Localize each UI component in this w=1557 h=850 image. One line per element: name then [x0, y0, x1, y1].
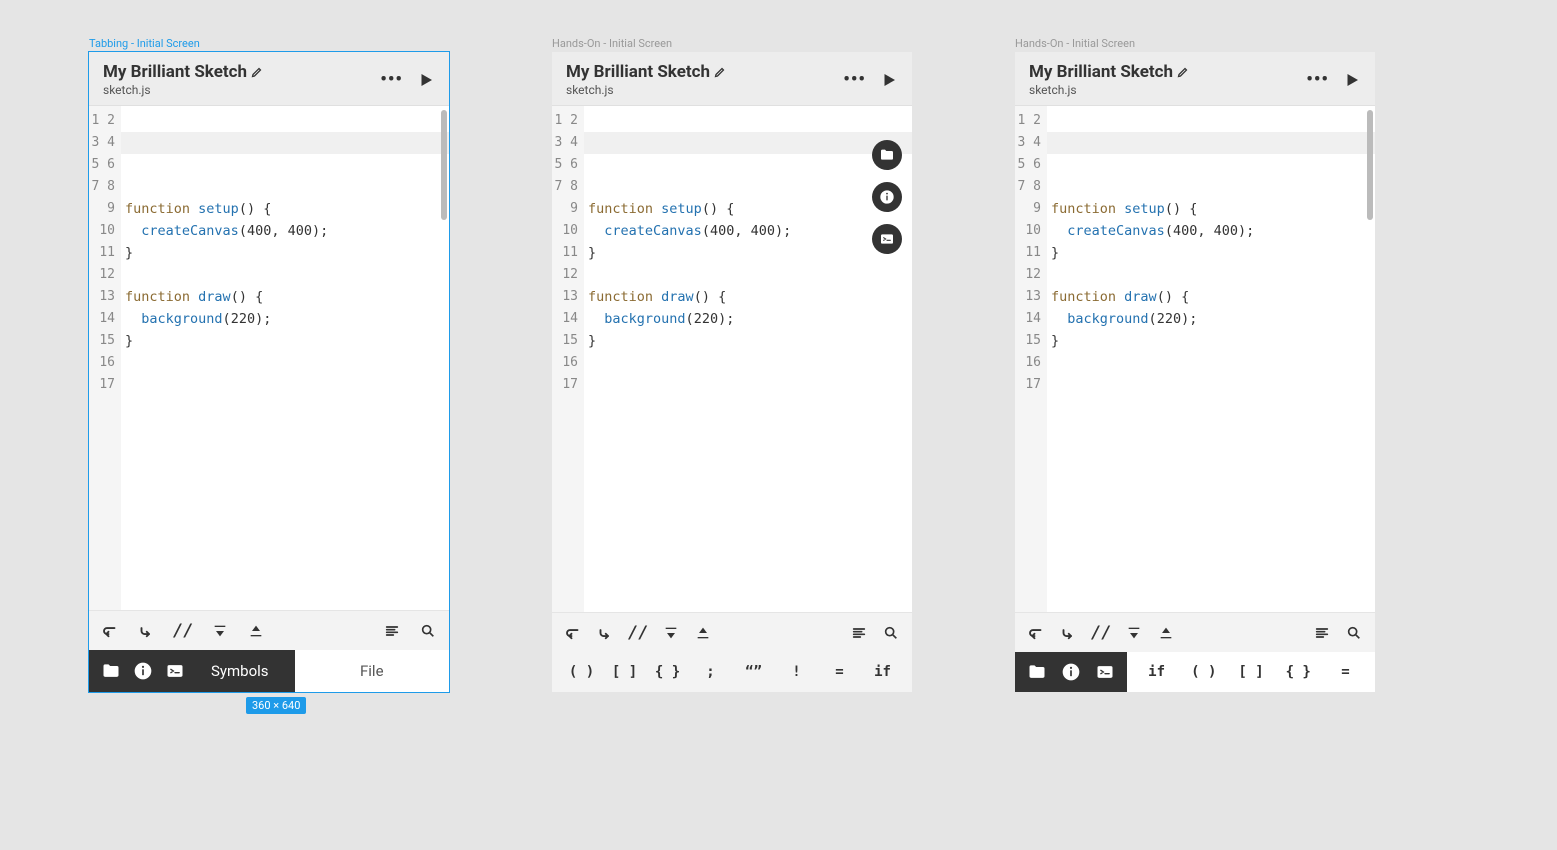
format-icon[interactable]	[383, 623, 401, 639]
comment-icon[interactable]: //	[1091, 623, 1111, 643]
artboard-handson-dark[interactable]: Hands-On - Initial Screen My Brilliant S…	[1015, 52, 1375, 692]
code-editor[interactable]: 1 2 3 4 5 6 7 8 9 10 11 12 13 14 15 16 1…	[1015, 106, 1375, 612]
header: My Brilliant Sketch sketch.js •••	[552, 52, 912, 106]
sketch-title: My Brilliant Sketch	[103, 62, 247, 82]
sym-equals[interactable]: =	[1322, 664, 1369, 680]
play-icon[interactable]	[880, 71, 898, 89]
editor-toolbar: //	[89, 610, 449, 650]
editor-toolbar: //	[552, 612, 912, 652]
format-icon[interactable]	[1313, 625, 1331, 641]
active-tab-dark: Symbols	[89, 650, 295, 692]
line-gutter: 1 2 3 4 5 6 7 8 9 10 11 12 13 14 15 16 1…	[89, 106, 121, 610]
tab-file[interactable]: File	[295, 650, 449, 692]
code-editor[interactable]: 1 2 3 4 5 6 7 8 9 10 11 12 13 14 15 16 1…	[552, 106, 912, 612]
tab-symbols[interactable]: Symbols	[197, 662, 283, 680]
edit-icon[interactable]	[251, 66, 263, 78]
artboard-label: Hands-On - Initial Screen	[552, 37, 672, 50]
line-gutter: 1 2 3 4 5 6 7 8 9 10 11 12 13 14 15 16 1…	[552, 106, 584, 612]
filename: sketch.js	[566, 83, 843, 97]
line-gutter: 1 2 3 4 5 6 7 8 9 10 11 12 13 14 15 16 1…	[1015, 106, 1047, 612]
code-area[interactable]: function setup() { createCanvas(400, 400…	[1047, 106, 1375, 612]
artboard-label: Hands-On - Initial Screen	[1015, 37, 1135, 50]
code-area[interactable]: function setup() { createCanvas(400, 400…	[584, 106, 912, 612]
sym-paren[interactable]: ( )	[1180, 664, 1227, 680]
filename: sketch.js	[103, 83, 380, 97]
dimension-badge: 360 × 640	[246, 697, 306, 714]
sym-equals[interactable]: =	[818, 664, 861, 680]
wrap-icon[interactable]	[101, 622, 119, 640]
play-icon[interactable]	[417, 71, 435, 89]
search-icon[interactable]	[882, 625, 900, 641]
code-editor[interactable]: 1 2 3 4 5 6 7 8 9 10 11 12 13 14 15 16 1…	[89, 106, 449, 610]
header: My Brilliant Sketch sketch.js •••	[1015, 52, 1375, 106]
search-icon[interactable]	[1345, 625, 1363, 641]
sym-brace[interactable]: { }	[1275, 664, 1322, 680]
sym-if[interactable]: if	[1133, 664, 1180, 680]
sym-bracket[interactable]: [ ]	[603, 664, 646, 680]
sym-brace[interactable]: { }	[646, 664, 689, 680]
sym-semi[interactable]: ;	[689, 664, 732, 680]
artboard-label: Tabbing - Initial Screen	[89, 37, 200, 50]
collapse-down-icon[interactable]	[211, 623, 229, 639]
bottom-tabs: Symbols File	[89, 650, 449, 692]
more-icon[interactable]: •••	[843, 69, 866, 90]
collapse-up-icon[interactable]	[1157, 625, 1175, 641]
sym-quotes[interactable]: “”	[732, 664, 775, 680]
edit-icon[interactable]	[714, 66, 726, 78]
search-icon[interactable]	[419, 623, 437, 639]
folder-icon[interactable]	[101, 661, 121, 681]
console-icon[interactable]	[1095, 662, 1115, 682]
folder-icon[interactable]	[872, 140, 902, 170]
comment-icon[interactable]: //	[628, 623, 648, 643]
play-icon[interactable]	[1343, 71, 1361, 89]
sym-bang[interactable]: !	[775, 664, 818, 680]
edit-icon[interactable]	[1177, 66, 1189, 78]
artboard-tabbing[interactable]: Tabbing - Initial Screen My Brilliant Sk…	[89, 52, 449, 692]
dark-action-chunk	[1015, 652, 1127, 692]
indent-icon[interactable]	[1059, 624, 1077, 642]
sym-paren[interactable]: ( )	[560, 664, 603, 680]
format-icon[interactable]	[850, 625, 868, 641]
highlighted-line	[1047, 132, 1375, 154]
sym-if[interactable]: if	[861, 664, 904, 680]
collapse-down-icon[interactable]	[1125, 625, 1143, 641]
bottom-bar: if ( ) [ ] { } =	[1015, 652, 1375, 692]
highlighted-line	[584, 132, 912, 154]
info-icon[interactable]	[1061, 662, 1081, 682]
symbols-row: ( ) [ ] { } ; “” ! = if	[552, 652, 912, 692]
editor-toolbar: //	[1015, 612, 1375, 652]
folder-icon[interactable]	[1027, 662, 1047, 682]
artboard-handson-fab[interactable]: Hands-On - Initial Screen My Brilliant S…	[552, 52, 912, 692]
indent-icon[interactable]	[596, 624, 614, 642]
comment-icon[interactable]: //	[173, 621, 193, 641]
sketch-title: My Brilliant Sketch	[566, 62, 710, 82]
collapse-up-icon[interactable]	[247, 623, 265, 639]
sym-bracket[interactable]: [ ]	[1227, 664, 1274, 680]
indent-icon[interactable]	[137, 622, 155, 640]
sketch-title: My Brilliant Sketch	[1029, 62, 1173, 82]
symbols-row: if ( ) [ ] { } =	[1127, 652, 1375, 692]
collapse-down-icon[interactable]	[662, 625, 680, 641]
more-icon[interactable]: •••	[1306, 69, 1329, 90]
filename: sketch.js	[1029, 83, 1306, 97]
header: My Brilliant Sketch sketch.js •••	[89, 52, 449, 106]
more-icon[interactable]: •••	[380, 69, 403, 90]
wrap-icon[interactable]	[1027, 624, 1045, 642]
collapse-up-icon[interactable]	[694, 625, 712, 641]
highlighted-line	[121, 132, 449, 154]
wrap-icon[interactable]	[564, 624, 582, 642]
code-area[interactable]: function setup() { createCanvas(400, 400…	[121, 106, 449, 610]
console-icon[interactable]	[165, 661, 185, 681]
info-icon[interactable]	[133, 661, 153, 681]
